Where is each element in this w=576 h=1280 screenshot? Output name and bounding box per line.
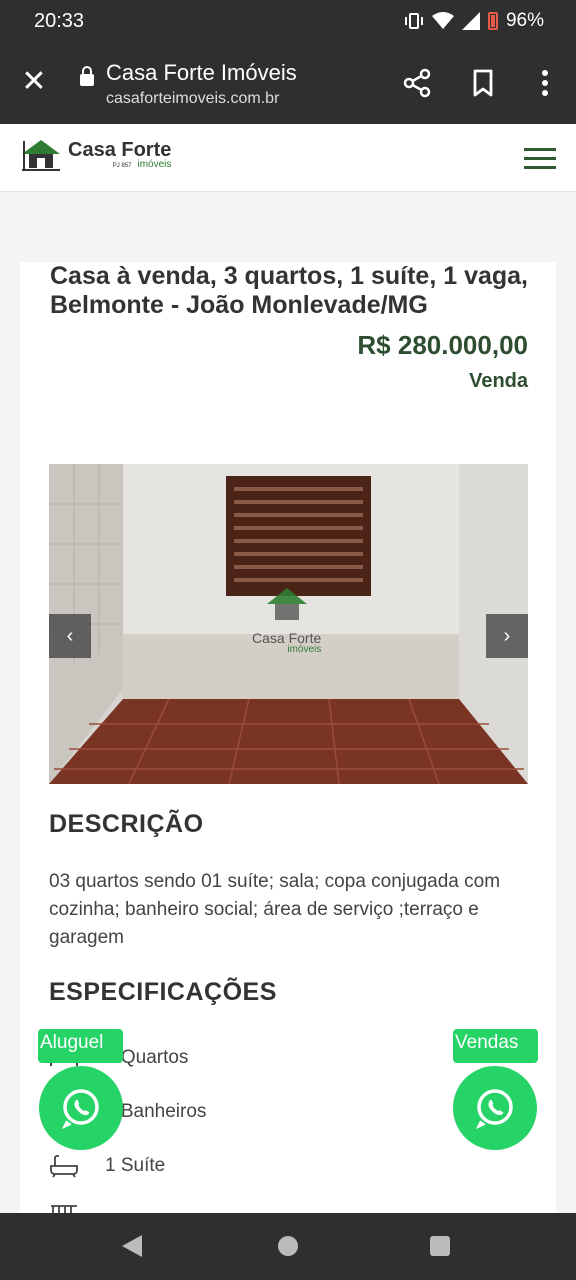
- wifi-icon: [431, 12, 454, 29]
- whatsapp-sales-button[interactable]: [453, 1066, 537, 1150]
- logo-pj: PJ 857: [112, 162, 132, 169]
- more-options-icon[interactable]: [528, 66, 562, 100]
- browser-page-title: Casa Forte Imóveis: [106, 60, 297, 85]
- battery-level: 96%: [505, 10, 544, 31]
- carousel-prev-button[interactable]: ‹: [49, 614, 91, 658]
- whatsapp-icon: [475, 1089, 513, 1129]
- listing-photo-carousel[interactable]: Casa Forte imóveis ‹ ›: [49, 464, 528, 784]
- whatsapp-icon: [61, 1089, 99, 1129]
- site-header: Casa Forte PJ 857 imóveis: [0, 124, 576, 192]
- status-time: 20:33: [34, 10, 85, 32]
- description-heading: DESCRIÇÃO: [49, 810, 204, 838]
- whatsapp-rent-button[interactable]: [39, 1066, 123, 1150]
- back-icon[interactable]: [122, 1235, 142, 1257]
- status-icons: 96%: [404, 10, 544, 32]
- house-logo-icon: [22, 140, 60, 171]
- vibrate-icon: [404, 13, 423, 29]
- logo-subtitle: imóveis: [137, 158, 172, 170]
- hamburger-menu-icon[interactable]: [524, 148, 556, 170]
- status-bar: 20:33 96%: [0, 0, 576, 44]
- listing-title: Casa à venda, 3 quartos, 1 suíte, 1 vaga…: [50, 262, 528, 319]
- photo-watermark: Casa Forte imóveis: [252, 630, 321, 655]
- carousel-next-button[interactable]: ›: [486, 614, 528, 658]
- listing-type: Venda: [469, 370, 528, 392]
- bathtub-icon: [50, 1155, 78, 1178]
- spec-item-suite: 1 Suíte: [49, 1154, 165, 1178]
- whatsapp-sales-label[interactable]: Vendas: [453, 1029, 538, 1063]
- home-icon[interactable]: [278, 1236, 298, 1256]
- description-text: 03 quartos sendo 01 suíte; sala; copa co…: [49, 871, 501, 948]
- battery-icon: [487, 12, 498, 30]
- specs-heading: ESPECIFICAÇÕES: [49, 978, 277, 1006]
- whatsapp-rent-label[interactable]: Aluguel: [38, 1029, 123, 1063]
- bookmark-icon[interactable]: [466, 66, 500, 100]
- close-icon[interactable]: ✕: [18, 66, 50, 98]
- site-logo[interactable]: Casa Forte PJ 857 imóveis: [20, 136, 171, 172]
- browser-url[interactable]: casaforteimoveis.com.br: [106, 90, 279, 108]
- lock-icon: [80, 66, 94, 86]
- system-nav-bar: [0, 1213, 576, 1280]
- room-photo: [49, 464, 528, 784]
- spec-label: 1 Suíte: [105, 1155, 166, 1176]
- share-icon[interactable]: [400, 66, 434, 100]
- signal-icon: [461, 12, 480, 30]
- browser-toolbar: ✕ Casa Forte Imóveis casaforteimoveis.co…: [0, 44, 576, 124]
- recent-apps-icon[interactable]: [430, 1236, 450, 1256]
- listing-price: R$ 280.000,00: [357, 330, 528, 360]
